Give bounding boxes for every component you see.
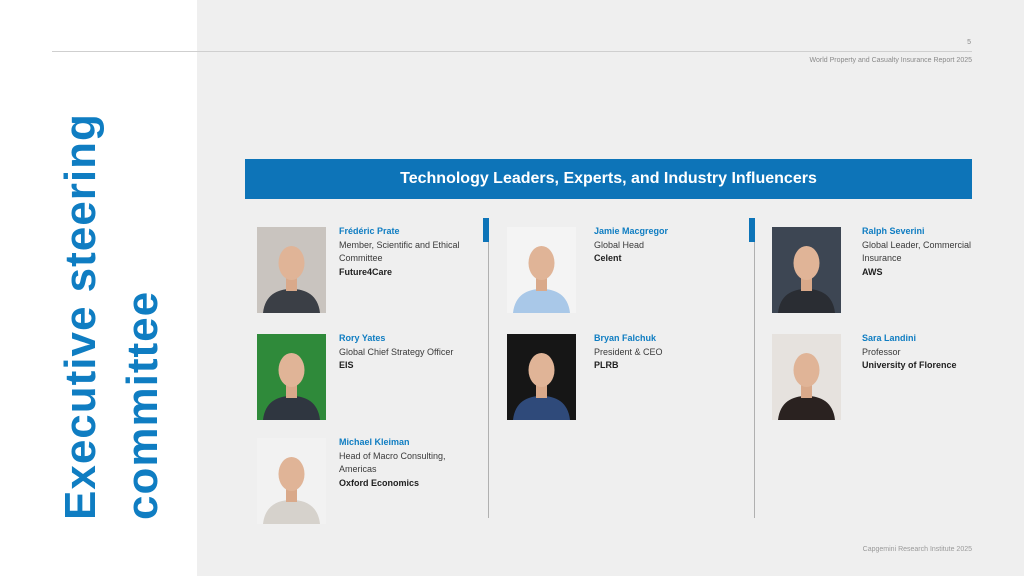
- person-role: Global Leader, Commercial Insurance: [862, 239, 972, 264]
- portrait-photo: [772, 334, 841, 420]
- person-org: Future4Care: [339, 266, 393, 277]
- banner-title: Technology Leaders, Experts, and Industr…: [245, 159, 972, 199]
- person-name: Bryan Falchuk: [594, 333, 657, 343]
- portrait-image: [257, 227, 326, 313]
- portrait-photo: [257, 227, 326, 313]
- top-rule: [52, 51, 972, 52]
- person-name: Frédéric Prate: [339, 226, 400, 236]
- person-name: Ralph Severini: [862, 226, 925, 236]
- column-divider: [754, 218, 755, 518]
- portrait-image: [507, 227, 576, 313]
- footer-text: Capgemini Research Institute 2025: [862, 546, 972, 553]
- portrait-image: [772, 334, 841, 420]
- person-org: AWS: [862, 266, 883, 277]
- portrait-photo: [257, 438, 326, 524]
- portrait-photo: [507, 334, 576, 420]
- person-role: Member, Scientific and Ethical Committee: [339, 239, 460, 264]
- portrait-photo: [257, 334, 326, 420]
- person-name: Jamie Macgregor: [594, 226, 669, 236]
- portrait-photo: [772, 227, 841, 313]
- person-name: Rory Yates: [339, 333, 386, 343]
- person-role: Head of Macro Consulting, Americas: [339, 450, 446, 475]
- person-name: Michael Kleiman: [339, 437, 410, 447]
- person-org: EIS: [339, 360, 354, 370]
- portrait-photo: [507, 227, 576, 313]
- portrait-image: [257, 438, 326, 524]
- person-name: Sara Landini: [862, 333, 917, 343]
- portrait-image: [772, 227, 841, 313]
- portrait-image: [507, 334, 576, 420]
- section-title: Executive steering committee: [50, 70, 174, 520]
- column-divider-accent: [749, 218, 755, 242]
- page-number: 5: [967, 39, 971, 46]
- person-role: Professor: [862, 346, 901, 357]
- person-org: University of Florence: [862, 360, 957, 370]
- section-title-line2: committee: [118, 290, 167, 520]
- person-org: PLRB: [594, 360, 619, 370]
- person-role: Global Chief Strategy Officer: [339, 346, 454, 357]
- report-title: World Property and Casualty Insurance Re…: [809, 57, 972, 64]
- person-role: President & CEO: [594, 346, 663, 357]
- person-role: Global Head: [594, 239, 645, 250]
- portrait-image: [257, 334, 326, 420]
- person-org: Celent: [594, 253, 622, 263]
- person-org: Oxford Economics: [339, 477, 420, 488]
- section-title-line1: Executive steering: [56, 113, 105, 520]
